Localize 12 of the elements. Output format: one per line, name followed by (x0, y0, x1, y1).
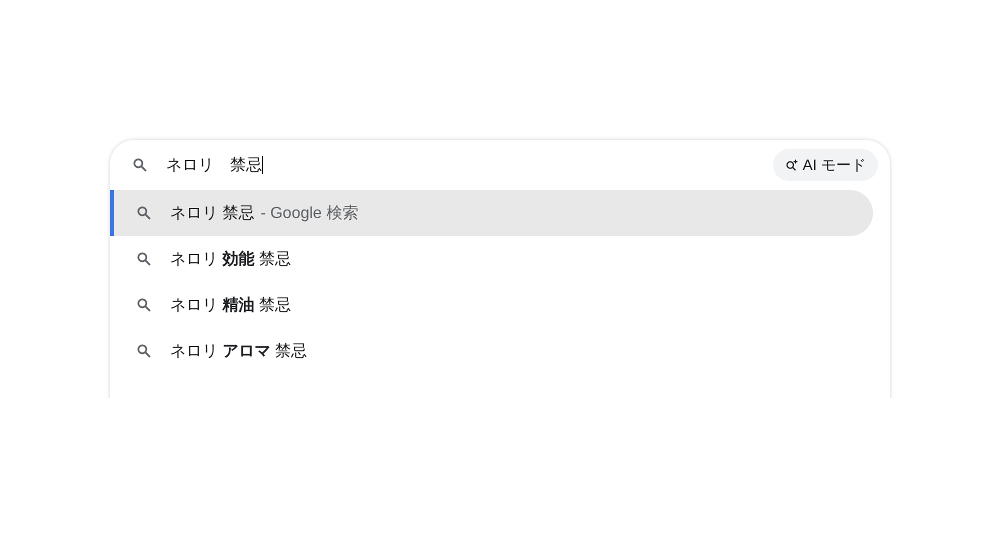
search-icon (136, 205, 152, 221)
suggestion-item[interactable]: ネロリ アロマ 禁忌 (110, 328, 873, 374)
sparkle-search-icon (784, 158, 799, 172)
ai-mode-button[interactable]: AI モード (772, 149, 878, 181)
suggestion-item[interactable]: ネロリ 禁忌 - Google 検索 (110, 190, 873, 236)
suggestion-item[interactable]: ネロリ 効能 禁忌 (110, 236, 873, 282)
suggestion-item[interactable]: ネロリ 精油 禁忌 (110, 282, 873, 328)
search-icon (136, 251, 152, 267)
search-icon (136, 297, 152, 313)
search-field[interactable]: ネロリ 禁忌 (166, 154, 773, 176)
search-icon (132, 157, 148, 173)
search-icon (136, 343, 152, 359)
